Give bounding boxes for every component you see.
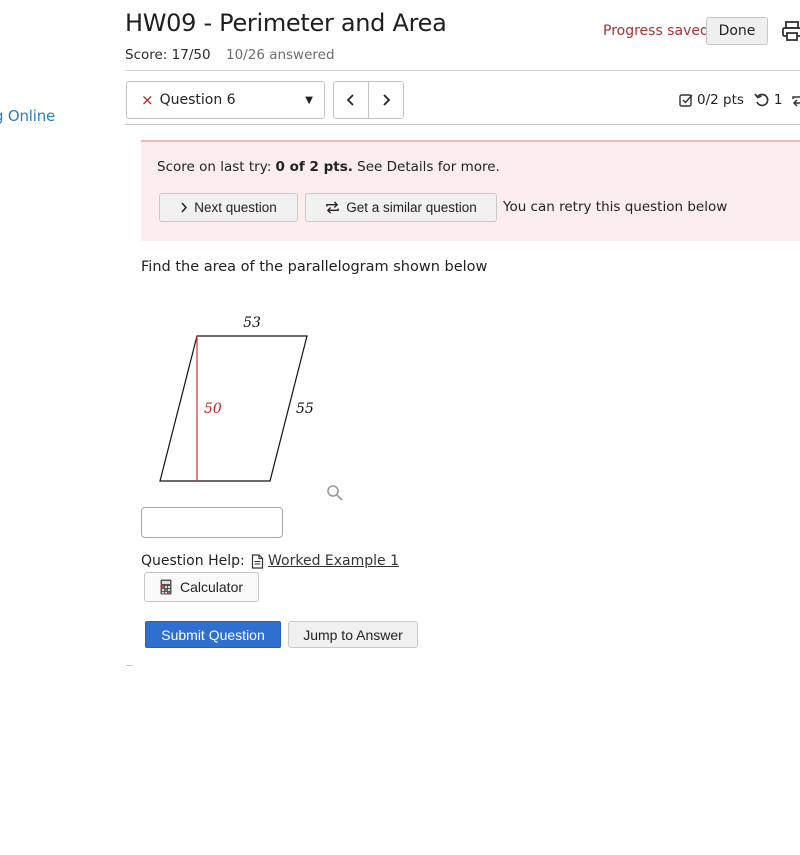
similar-question-icon xyxy=(326,201,339,214)
question-selector[interactable]: × Question 6 ▼ xyxy=(126,81,325,119)
question-pager xyxy=(333,81,404,119)
question-selector-label: Question 6 xyxy=(159,92,236,108)
assignment-title: HW09 - Perimeter and Area xyxy=(125,9,447,37)
previous-question-button[interactable] xyxy=(334,82,368,118)
top-side-label: 53 xyxy=(243,315,261,331)
chevron-left-icon xyxy=(346,94,354,106)
next-question-button[interactable]: Next question xyxy=(159,193,298,222)
last-try-prefix: Score on last try: xyxy=(157,159,276,175)
answered-count: 10/26 answered xyxy=(226,47,335,63)
last-try-score-value: 0 of 2 pts. xyxy=(275,159,353,175)
similar-question-label: Get a similar question xyxy=(346,200,477,215)
header-divider xyxy=(125,70,800,71)
chevron-right-icon xyxy=(181,202,188,213)
slant-side-label: 55 xyxy=(296,401,314,417)
jump-to-answer-button[interactable]: Jump to Answer xyxy=(288,621,418,648)
parallelogram-shape xyxy=(159,335,308,482)
chevron-right-icon xyxy=(383,94,391,106)
checkbox-icon xyxy=(679,94,693,107)
calculator-icon xyxy=(160,579,172,595)
points-value: 0/2 pts xyxy=(697,92,744,108)
done-button[interactable]: Done xyxy=(706,17,768,45)
similar-question-icon[interactable] xyxy=(791,92,800,108)
worked-example-label: Worked Example 1 xyxy=(268,553,399,569)
score-text: Score: 17/50 xyxy=(125,47,211,63)
last-try-score: Score on last try: 0 of 2 pts. See Detai… xyxy=(157,159,500,175)
progress-status: Progress saved xyxy=(603,23,709,39)
height-label: 50 xyxy=(204,401,222,417)
parallelogram-figure: 53 50 55 xyxy=(159,315,314,482)
footer-mark xyxy=(126,665,133,666)
print-icon[interactable] xyxy=(781,20,800,42)
retry-icon xyxy=(754,93,769,107)
dropdown-caret-icon: ▼ xyxy=(305,95,313,106)
next-question-label: Next question xyxy=(194,200,277,215)
sidebar-online-link[interactable]: g Online xyxy=(0,107,55,125)
magnify-image-icon[interactable] xyxy=(326,484,344,502)
nav-divider xyxy=(125,124,800,125)
question-help-label: Question Help: xyxy=(141,553,245,569)
answer-input[interactable] xyxy=(141,507,283,538)
question-prompt: Find the area of the parallelogram shown… xyxy=(141,259,488,275)
calculator-label: Calculator xyxy=(179,579,244,595)
retry-note: You can retry this question below xyxy=(503,199,728,215)
similar-question-button[interactable]: Get a similar question xyxy=(305,193,497,222)
next-question-arrow-button[interactable] xyxy=(368,82,403,118)
points-info: 0/2 pts 1 xyxy=(679,92,800,108)
retry-count: 1 xyxy=(773,92,783,108)
last-try-suffix: See Details for more. xyxy=(352,159,500,175)
calculator-button[interactable]: Calculator xyxy=(144,572,259,602)
feedback-banner xyxy=(141,140,800,241)
submit-question-button[interactable]: Submit Question xyxy=(145,621,281,648)
document-icon xyxy=(251,553,264,569)
worked-example-link[interactable]: Worked Example 1 xyxy=(251,553,399,569)
incorrect-icon: × xyxy=(141,91,154,109)
